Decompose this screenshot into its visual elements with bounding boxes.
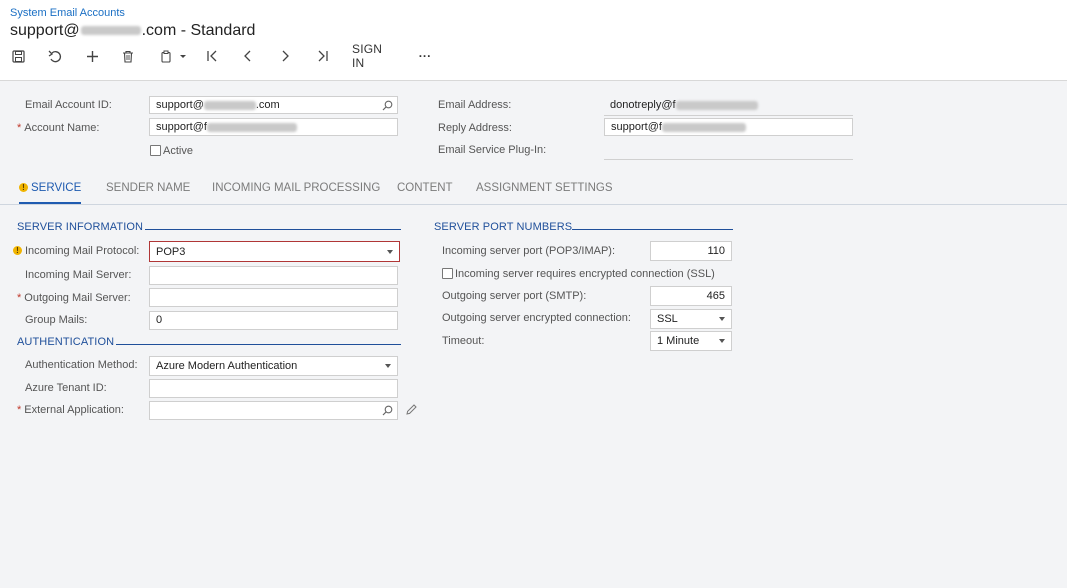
outgoing-server-port-field[interactable]: 465 [650,286,732,306]
warning-icon: ! [19,183,28,192]
search-icon[interactable] [382,100,393,113]
azure-tenant-id-label: Azure Tenant ID: [25,382,107,394]
timeout-value: 1 Minute [657,335,700,347]
page-title: support@ .com - Standard [10,22,255,40]
authentication-method-label: Authentication Method: [25,359,138,371]
account-name-value: support@f [156,121,207,133]
outgoing-mail-server-label: * Outgoing Mail Server: [17,292,131,304]
email-account-id-field[interactable]: support@ .com [149,96,398,114]
save-icon[interactable] [10,46,26,66]
tab-service[interactable]: ! SERVICE [19,173,82,204]
undo-icon[interactable] [46,46,64,66]
first-record-icon[interactable] [203,46,221,66]
reply-address-field[interactable]: support@f [604,118,853,136]
group-mails-label: Group Mails: [25,314,88,326]
email-account-id-value: support@ [156,99,204,111]
last-record-icon[interactable] [313,46,331,66]
timeout-select[interactable]: 1 Minute [650,331,732,351]
reply-address-value: support@f [611,121,662,133]
redacted-text [203,100,256,110]
section-divider [145,229,401,230]
email-account-id-label: Email Account ID: [25,99,112,111]
section-divider [572,229,733,230]
outgoing-encryption-value: SSL [657,313,678,325]
incoming-mail-protocol-value: POP3 [156,246,186,258]
email-service-plugin-label: Email Service Plug-In: [438,144,547,156]
section-title-authentication: AUTHENTICATION [17,336,115,348]
group-mails-field[interactable]: 0 [149,311,398,330]
email-address-underline [604,115,853,116]
external-application-label: * External Application: [17,404,124,416]
tab-bar: ! SERVICE SENDER NAME INCOMING MAIL PROCE… [0,173,1067,205]
incoming-ssl-checkbox[interactable] [442,268,453,279]
incoming-ssl-label: Incoming server requires encrypted conne… [455,268,715,280]
authentication-method-value: Azure Modern Authentication [156,360,298,372]
breadcrumb[interactable]: System Email Accounts [10,7,125,19]
tab-assignment-settings[interactable]: ASSIGNMENT SETTINGS [476,173,613,203]
more-actions-button[interactable]: ··· [414,46,436,66]
active-label: Active [163,145,193,157]
incoming-mail-protocol-label: ! Incoming Mail Protocol: [13,245,139,257]
external-application-field[interactable] [149,401,398,420]
chevron-down-icon[interactable] [719,339,725,343]
timeout-label: Timeout: [442,335,485,347]
redacted-text [675,100,758,110]
copy-paste-icon[interactable] [157,46,189,66]
warning-icon: ! [13,246,22,255]
reply-address-label: Reply Address: [438,122,512,134]
tab-incoming-mail-processing[interactable]: INCOMING MAIL PROCESSING [212,173,380,203]
email-address-label: Email Address: [438,99,512,111]
redacted-text [206,122,297,132]
account-name-label: * Account Name: [17,122,100,134]
section-divider [116,344,401,345]
redacted-text [80,26,141,36]
active-checkbox[interactable] [150,145,161,156]
previous-record-icon[interactable] [240,46,256,66]
email-address-value: donotreply@f [610,99,758,111]
incoming-mail-protocol-select[interactable]: POP3 [149,241,400,262]
chevron-down-icon[interactable] [385,364,391,368]
section-title-server-information: SERVER INFORMATION [17,221,144,233]
account-name-field[interactable]: support@f [149,118,398,136]
tab-sender-name[interactable]: SENDER NAME [106,173,190,203]
email-service-plugin-field[interactable] [604,159,853,160]
redacted-text [661,122,746,132]
outgoing-encryption-label: Outgoing server encrypted connection: [442,312,631,324]
section-title-server-port-numbers: SERVER PORT NUMBERS [434,221,573,233]
authentication-method-select[interactable]: Azure Modern Authentication [149,356,398,376]
search-icon[interactable] [382,405,393,419]
edit-pencil-icon[interactable] [405,403,418,419]
page-title-prefix: support@ [10,22,80,39]
azure-tenant-id-field[interactable] [149,379,398,398]
page-title-suffix: .com - Standard [141,22,256,39]
add-icon[interactable] [83,46,101,66]
chevron-down-icon[interactable] [387,250,393,254]
incoming-server-port-label: Incoming server port (POP3/IMAP): [442,245,615,257]
outgoing-server-port-label: Outgoing server port (SMTP): [442,290,587,302]
outgoing-encryption-select[interactable]: SSL [650,309,732,329]
incoming-server-port-field[interactable]: 110 [650,241,732,261]
chevron-down-icon[interactable] [719,317,725,321]
next-record-icon[interactable] [277,46,293,66]
sign-in-button[interactable]: SIGN IN [352,42,398,70]
delete-icon[interactable] [120,46,136,66]
top-bar: System Email Accounts support@ .com - Sta… [0,0,1067,81]
outgoing-mail-server-field[interactable] [149,288,398,307]
incoming-mail-server-label: Incoming Mail Server: [25,269,132,281]
incoming-mail-server-field[interactable] [149,266,398,285]
email-account-id-value-tail: .com [255,99,280,111]
tab-content[interactable]: CONTENT [397,173,453,203]
